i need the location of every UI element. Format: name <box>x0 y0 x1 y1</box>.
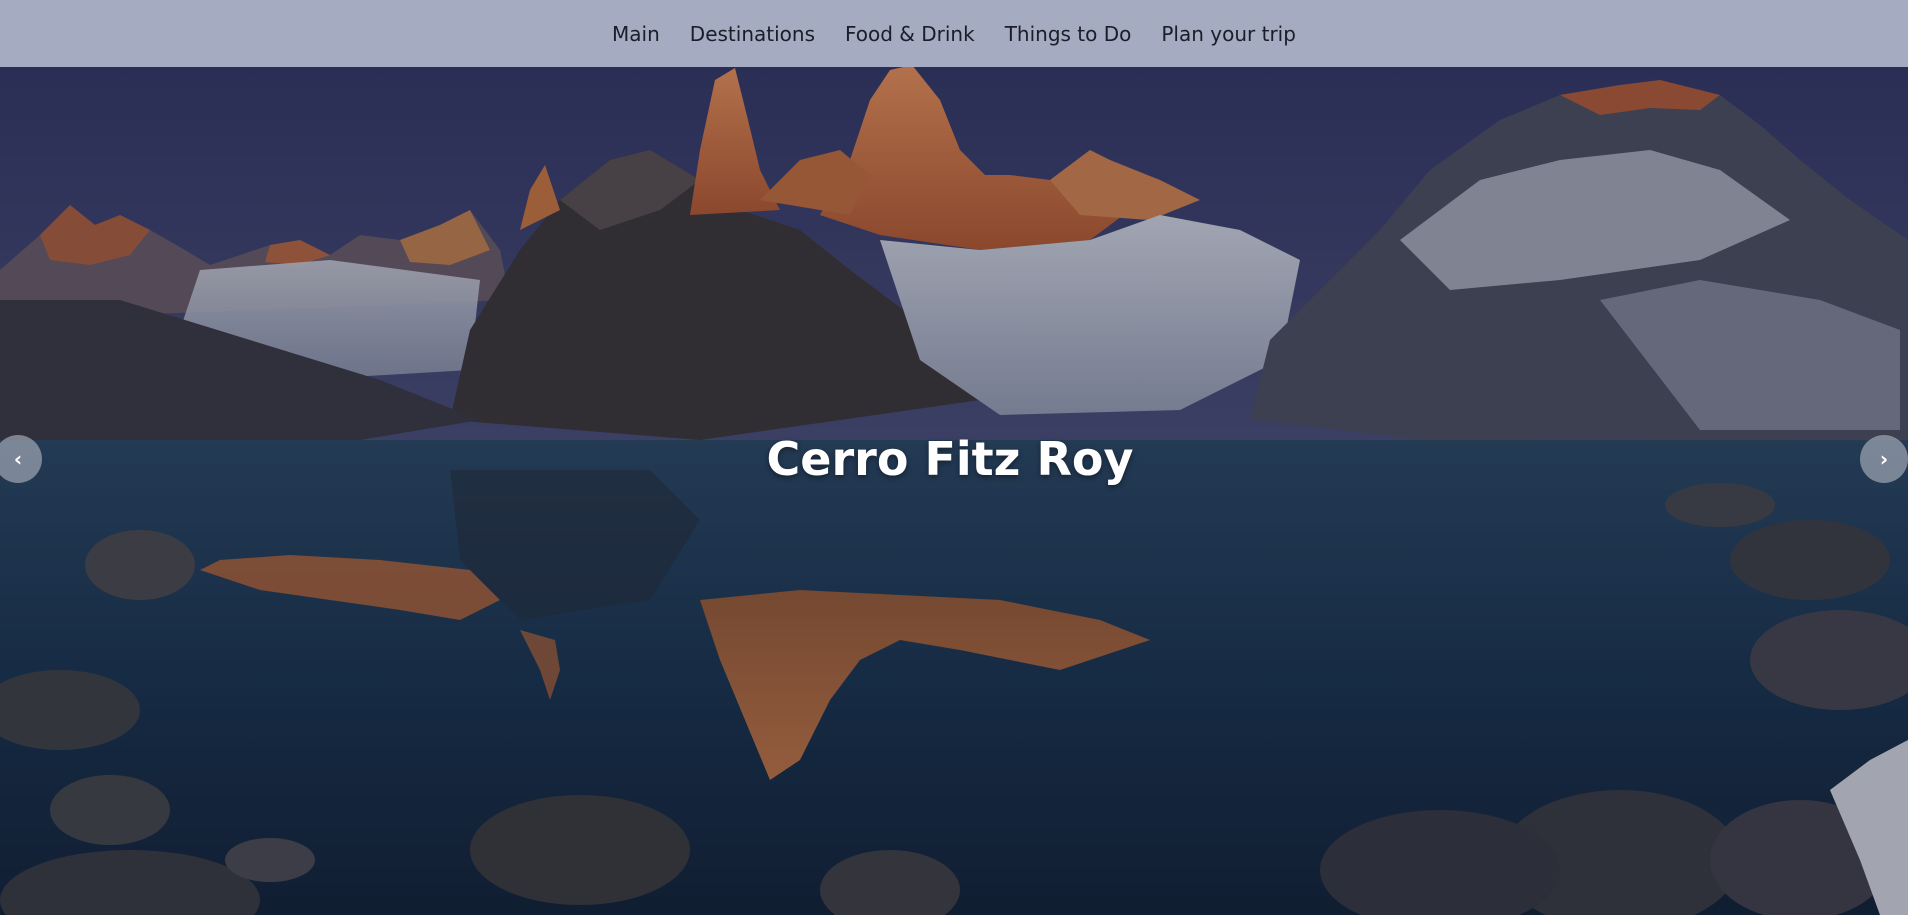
nav-item-destinations[interactable]: Destinations <box>690 22 815 46</box>
chevron-right-icon: › <box>1879 447 1889 471</box>
nav-item-food-drink[interactable]: Food & Drink <box>845 22 975 46</box>
carousel-next-button[interactable]: › <box>1860 435 1908 483</box>
nav-item-main[interactable]: Main <box>612 22 660 46</box>
top-navigation: Main Destinations Food & Drink Things to… <box>0 0 1908 67</box>
chevron-left-icon: ‹ <box>13 447 23 471</box>
nav-item-things-to-do[interactable]: Things to Do <box>1005 22 1132 46</box>
nav-item-plan-your-trip[interactable]: Plan your trip <box>1161 22 1296 46</box>
page: Main Destinations Food & Drink Things to… <box>0 0 1908 915</box>
hero-title: Cerro Fitz Roy <box>766 432 1134 486</box>
